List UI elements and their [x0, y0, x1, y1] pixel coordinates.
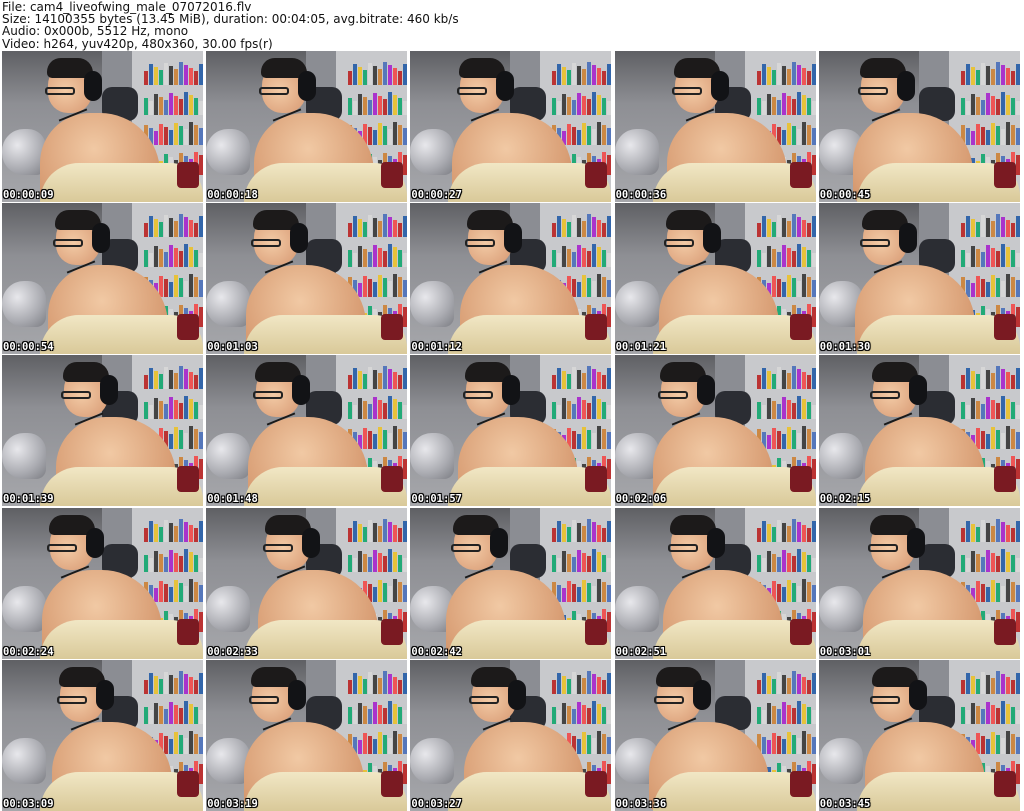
video-info-line: Video: h264, yuv420p, 480x360, 30.00 fps…: [2, 36, 273, 51]
video-thumbnail: 00:01:39: [2, 355, 203, 507]
file-info-header: File: cam4_liveofwing_male_07072016.flv …: [0, 0, 1024, 50]
thumbnail-timestamp: 00:03:36: [615, 797, 667, 810]
thumbnail-timestamp: 00:01:39: [3, 493, 54, 506]
thumbnail-timestamp: 00:03:01: [819, 645, 871, 658]
video-thumbnail: 00:00:09: [2, 51, 203, 202]
video-thumbnail: 00:00:45: [818, 51, 1020, 202]
video-thumbnail: 00:00:27: [410, 51, 612, 202]
thumbnail-timestamp: 00:03:27: [411, 797, 462, 810]
video-thumbnail: 00:00:18: [206, 51, 408, 202]
video-thumbnail: 00:02:15: [818, 355, 1020, 507]
video-thumbnail: 00:03:01: [818, 507, 1020, 659]
video-thumbnail: 00:02:42: [410, 507, 612, 659]
video-thumbnail: 00:01:21: [614, 203, 816, 355]
video-thumbnail: 00:00:54: [2, 203, 203, 355]
video-thumbnail: 00:01:48: [206, 355, 408, 507]
video-thumbnail: 00:03:45: [818, 659, 1020, 811]
thumbnail-timestamp: 00:01:03: [207, 341, 258, 354]
thumbnail-timestamp: 00:01:12: [411, 341, 462, 354]
thumbnail-timestamp: 00:01:21: [615, 341, 667, 354]
thumbnail-timestamp: 00:02:15: [819, 493, 871, 506]
audio-info-line: Audio: 0x000b, 5512 Hz, mono: [2, 24, 189, 39]
thumbnail-timestamp: 00:02:51: [615, 645, 667, 658]
thumbnail-timestamp: 00:00:45: [819, 189, 871, 201]
thumbnail-timestamp: 00:00:18: [207, 189, 258, 201]
thumbnail-timestamp: 00:00:09: [3, 189, 54, 201]
video-thumbnail: 00:02:33: [206, 507, 408, 659]
video-thumbnail: 00:03:36: [614, 659, 816, 811]
thumbnail-timestamp: 00:03:19: [207, 797, 258, 810]
thumbnail-timestamp: 00:02:24: [3, 645, 54, 658]
video-thumbnail: 00:03:19: [206, 659, 408, 811]
thumbnail-timestamp: 00:00:36: [615, 189, 667, 201]
thumbnail-timestamp: 00:03:45: [819, 797, 871, 810]
thumbnail-timestamp: 00:01:30: [819, 341, 871, 354]
thumbnail-timestamp: 00:02:33: [207, 645, 258, 658]
video-thumbnail: 00:01:57: [410, 355, 612, 507]
thumbnail-timestamp: 00:03:09: [3, 797, 54, 810]
thumbnail-timestamp: 00:00:54: [3, 341, 54, 354]
thumbnail-timestamp: 00:02:42: [411, 645, 462, 658]
video-thumbnail: 00:02:06: [614, 355, 816, 507]
thumbnail-timestamp: 00:00:27: [411, 189, 462, 201]
video-thumbnail: 00:01:30: [818, 203, 1020, 355]
video-thumbnail: 00:00:36: [614, 51, 816, 202]
video-thumbnail: 00:02:51: [614, 507, 816, 659]
thumbnail-timestamp: 00:01:48: [207, 493, 258, 506]
thumbnail-timestamp: 00:02:06: [615, 493, 667, 506]
video-thumbnail: 00:02:24: [2, 507, 203, 659]
thumbnail-grid: 00:00:09 00:00:18 00:00:27 00:00:36 00:00:45…: [2, 51, 1022, 811]
video-thumbnail: 00:03:27: [410, 659, 612, 811]
video-thumbnail: 00:03:09: [2, 659, 203, 811]
video-thumbnail: 00:01:12: [410, 203, 612, 355]
thumbnail-timestamp: 00:01:57: [411, 493, 462, 506]
video-thumbnail: 00:01:03: [206, 203, 408, 355]
